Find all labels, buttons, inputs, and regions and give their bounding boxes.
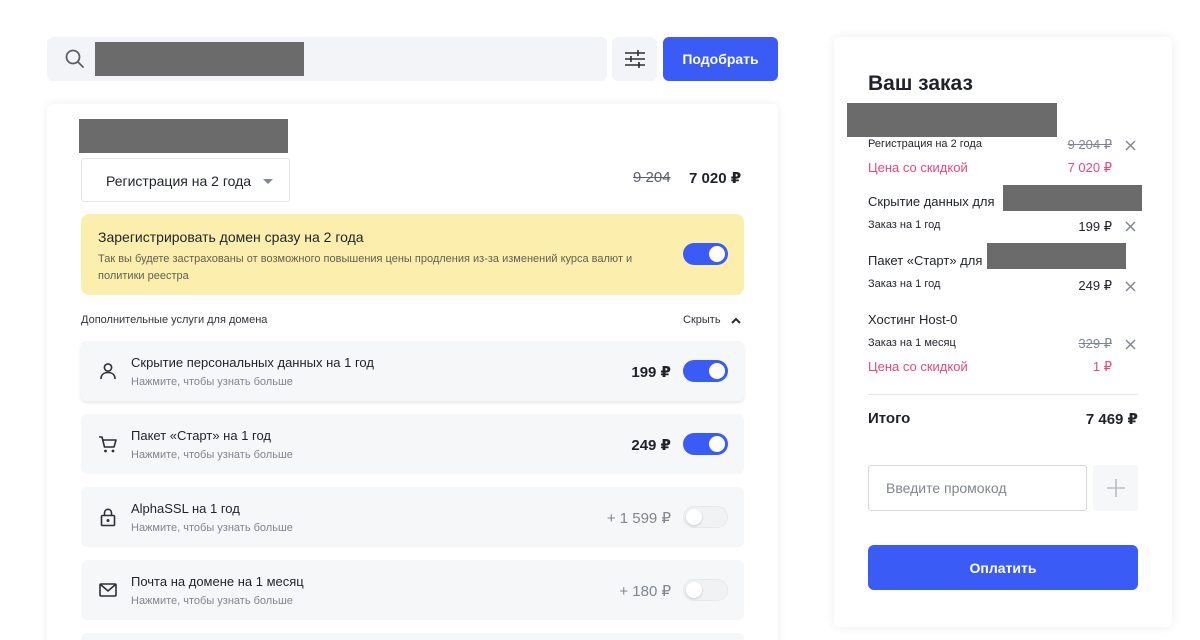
order-item-name: Хостинг Host-0 bbox=[868, 312, 958, 327]
order-item-name: Скрытие данных для bbox=[868, 194, 995, 209]
filter-button[interactable] bbox=[612, 37, 657, 81]
redacted-search-query bbox=[95, 42, 304, 76]
service-price: + 180 ₽ bbox=[619, 583, 671, 600]
service-privacy[interactable]: Скрытие персональных данных на 1 год Наж… bbox=[81, 341, 744, 401]
mail-icon bbox=[99, 583, 117, 597]
plus-icon bbox=[1107, 479, 1125, 497]
service-subtitle: Нажмите, чтобы узнать больше bbox=[131, 595, 293, 607]
order-item-old-price: 329 ₽ bbox=[1078, 336, 1112, 351]
order-item-price: 7 020 ₽ bbox=[1067, 160, 1112, 175]
order-item-line: Заказ на 1 год bbox=[868, 219, 941, 231]
order-item-price: 1 ₽ bbox=[1092, 359, 1112, 374]
service-title: Почта на домене на 1 месяц bbox=[131, 574, 304, 589]
service-next-partial[interactable] bbox=[81, 633, 744, 640]
service-title: Скрытие персональных данных на 1 год bbox=[131, 355, 374, 370]
redacted-domain-name bbox=[79, 119, 288, 153]
discount-label: Цена со скидкой bbox=[868, 359, 968, 374]
promo-code-input[interactable] bbox=[868, 465, 1087, 511]
filter-icon bbox=[625, 50, 645, 68]
order-item-line: Заказ на 1 месяц bbox=[868, 337, 956, 349]
order-item-price: 249 ₽ bbox=[1078, 278, 1112, 293]
search-icon bbox=[65, 49, 84, 68]
remove-item-icon[interactable] bbox=[1125, 221, 1136, 232]
pick-button[interactable]: Подобрать bbox=[663, 37, 778, 81]
discount-label: Цена со скидкой bbox=[868, 160, 968, 175]
order-item-price: 199 ₽ bbox=[1078, 219, 1112, 234]
lock-icon bbox=[100, 508, 116, 527]
service-title: Пакет «Старт» на 1 год bbox=[131, 428, 272, 443]
multi-year-toggle[interactable] bbox=[683, 243, 728, 265]
redacted-order-domain bbox=[1003, 185, 1142, 211]
order-item-name: Пакет «Старт» для bbox=[868, 253, 983, 268]
service-subtitle: Нажмите, чтобы узнать больше bbox=[131, 376, 293, 388]
order-divider bbox=[868, 394, 1138, 395]
service-domain-mail[interactable]: Почта на домене на 1 месяц Нажмите, чтоб… bbox=[81, 560, 744, 620]
redacted-order-domain bbox=[847, 103, 1057, 137]
order-item-line: Регистрация на 2 года bbox=[868, 138, 982, 150]
total-value: 7 469 ₽ bbox=[1085, 411, 1138, 428]
service-toggle[interactable] bbox=[683, 360, 728, 382]
extra-services-label: Дополнительные услуги для домена bbox=[81, 314, 268, 326]
service-subtitle: Нажмите, чтобы узнать больше bbox=[131, 449, 293, 461]
service-price: + 1 599 ₽ bbox=[606, 510, 671, 527]
service-title: AlphaSSL на 1 год bbox=[131, 501, 240, 516]
chevron-up-icon[interactable] bbox=[731, 317, 741, 325]
total-label: Итого bbox=[868, 410, 911, 427]
cart-icon bbox=[99, 436, 117, 453]
domain-old-price: 9 204 bbox=[633, 169, 671, 186]
remove-item-icon[interactable] bbox=[1125, 339, 1136, 350]
service-subtitle: Нажмите, чтобы узнать больше bbox=[131, 522, 293, 534]
pay-button[interactable]: Оплатить bbox=[868, 545, 1138, 590]
banner-description: Так вы будете застрахованы от возможного… bbox=[98, 253, 633, 282]
banner-title: Зарегистрировать домен сразу на 2 года bbox=[98, 229, 364, 245]
hide-services-link[interactable]: Скрыть bbox=[683, 314, 721, 326]
registration-period-value: Регистрация на 2 года bbox=[106, 173, 252, 189]
service-toggle[interactable] bbox=[683, 506, 728, 528]
redacted-order-domain bbox=[987, 243, 1126, 269]
order-title: Ваш заказ bbox=[868, 72, 973, 95]
order-item-line: Заказ на 1 год bbox=[868, 278, 941, 290]
registration-period-select[interactable]: Регистрация на 2 года bbox=[81, 158, 290, 202]
remove-item-icon[interactable] bbox=[1125, 140, 1136, 151]
apply-promo-button[interactable] bbox=[1093, 465, 1138, 511]
service-alphassl[interactable]: AlphaSSL на 1 год Нажмите, чтобы узнать … bbox=[81, 487, 744, 547]
chevron-down-icon bbox=[263, 179, 273, 184]
domain-new-price: 7 020 ₽ bbox=[689, 170, 742, 187]
order-item-old-price: 9 204 ₽ bbox=[1067, 137, 1112, 152]
service-price: 249 ₽ bbox=[631, 437, 671, 454]
service-start-package[interactable]: Пакет «Старт» на 1 год Нажмите, чтобы уз… bbox=[81, 414, 744, 474]
service-price: 199 ₽ bbox=[631, 364, 671, 381]
person-icon bbox=[100, 363, 116, 380]
remove-item-icon[interactable] bbox=[1125, 281, 1136, 292]
service-toggle[interactable] bbox=[683, 433, 728, 455]
service-toggle[interactable] bbox=[683, 579, 728, 601]
